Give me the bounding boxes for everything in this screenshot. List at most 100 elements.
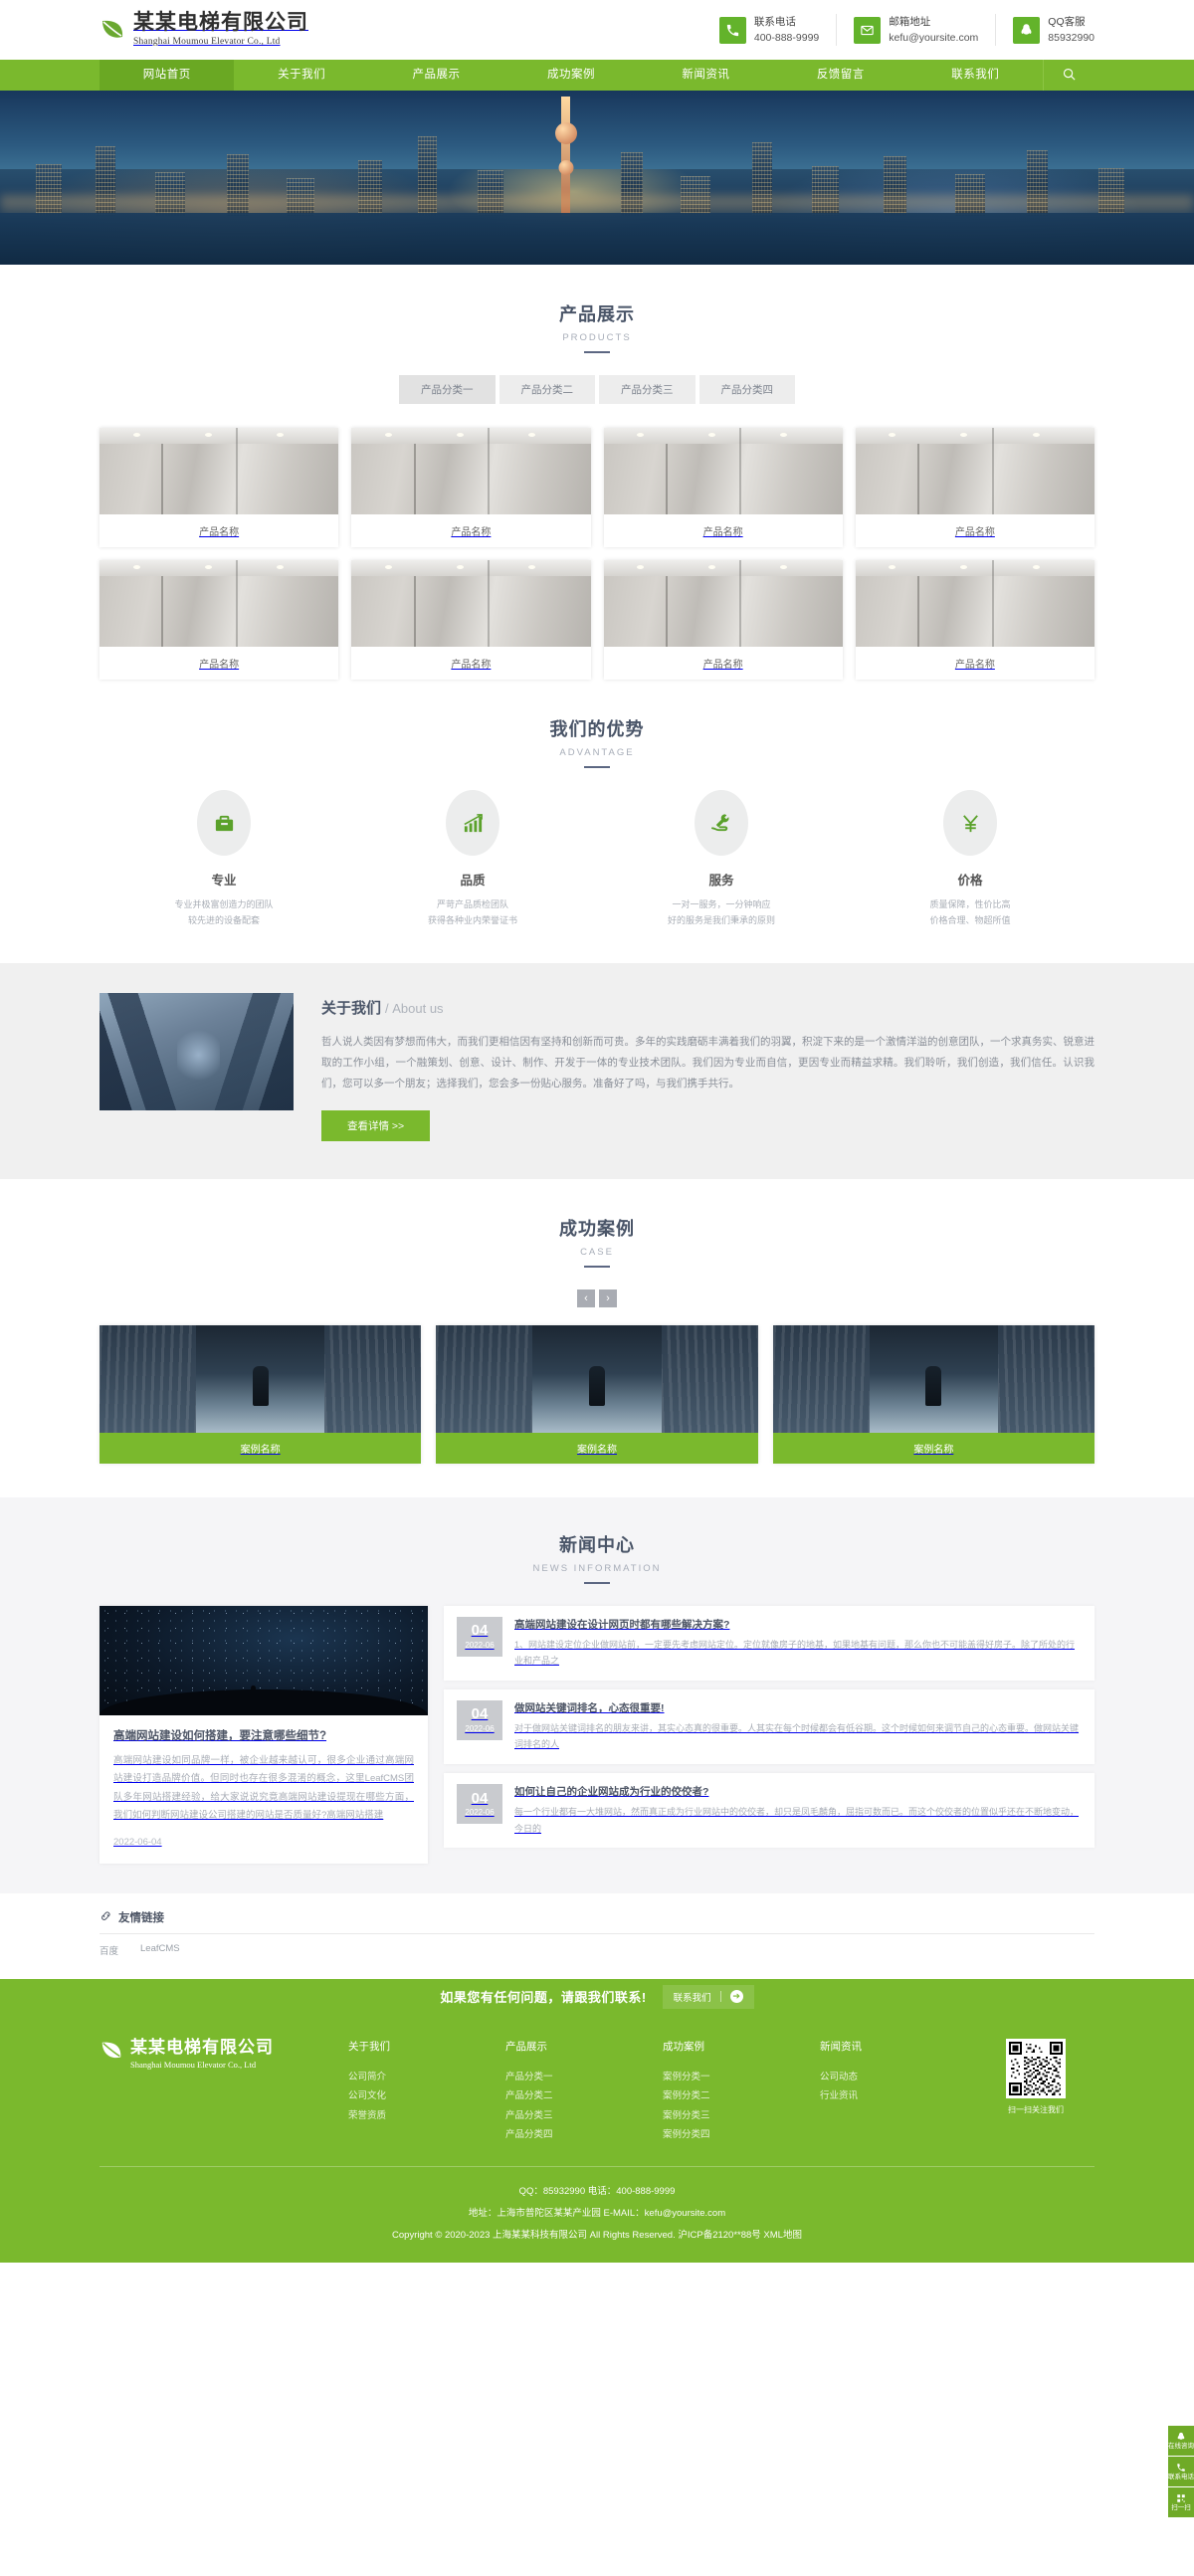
nav-link-cases[interactable]: 成功案例 xyxy=(503,60,638,91)
case-card[interactable]: 案例名称 xyxy=(436,1324,758,1464)
about-title-cn: 关于我们 xyxy=(321,999,382,1017)
nav-item-news[interactable]: 新闻资讯 xyxy=(639,60,773,91)
news-list-item[interactable]: 04 2022-06 高端网站建设在设计网页时都有哪些解决方案? 1、网站建设定… xyxy=(444,1605,1094,1681)
advantage-item[interactable]: 服务 一对一服务，一分钟响应 好的服务是我们秉承的原则 xyxy=(597,790,846,929)
footer-link[interactable]: 案例分类一 xyxy=(663,2068,820,2086)
banner-sky xyxy=(0,91,1194,169)
leaf-icon xyxy=(100,17,125,43)
nav-item-contact[interactable]: 联系我们 xyxy=(908,60,1043,91)
product-card[interactable]: 产品名称 xyxy=(603,560,843,680)
product-card[interactable]: 产品名称 xyxy=(100,560,339,680)
site-logo[interactable]: 某某电梯有限公司 Shanghai Moumou Elevator Co., L… xyxy=(100,11,308,48)
footer-column-head: 新闻资讯 xyxy=(820,2040,862,2053)
sidebar-label: 扫一扫 xyxy=(1171,2503,1191,2511)
friendly-link[interactable]: LeafCMS xyxy=(140,1943,180,1957)
advantage-item[interactable]: 品质 严苛产品质检团队 获得各种业内荣誉证书 xyxy=(348,790,597,929)
nav-link-contact[interactable]: 联系我们 xyxy=(908,60,1043,91)
news-list-item[interactable]: 04 2022-06 做网站关键词排名，心态很重要! 对于做网站关键词排名的朋友… xyxy=(444,1688,1094,1765)
case-card[interactable]: 案例名称 xyxy=(100,1324,422,1464)
product-card[interactable]: 产品名称 xyxy=(855,560,1094,680)
product-card[interactable]: 产品名称 xyxy=(351,560,591,680)
contact-qq[interactable]: QQ客服 85932990 xyxy=(996,14,1094,46)
footer-link[interactable]: 公司文化 xyxy=(348,2086,505,2105)
nav-item-products[interactable]: 产品展示 xyxy=(369,60,503,91)
product-tab-2[interactable]: 产品分类二 xyxy=(498,375,595,404)
about-title-en: / About us xyxy=(385,1000,444,1016)
growth-chart-icon xyxy=(446,790,499,856)
phone-icon xyxy=(718,16,746,44)
footer-link[interactable]: 荣誉资质 xyxy=(348,2106,505,2125)
product-name: 产品名称 xyxy=(954,527,995,538)
nav-link-products[interactable]: 产品展示 xyxy=(369,60,503,91)
sidebar-qrcode[interactable]: 扫一扫 xyxy=(1168,2487,1194,2517)
footer-link[interactable]: 案例分类二 xyxy=(663,2086,820,2105)
about-section: 关于我们 / About us 哲人说人类因有梦想而伟大，而我们更相信因有坚持和创… xyxy=(0,962,1194,1179)
advantage-item[interactable]: 专业 专业并极富创造力的团队 较先进的设备配套 xyxy=(100,790,348,929)
footer-link[interactable]: 行业资讯 xyxy=(820,2086,977,2105)
news-list-item[interactable]: 04 2022-06 如何让自己的企业网站成为行业的佼佼者? 每一个行业都有一大… xyxy=(444,1773,1094,1849)
carousel-prev-button[interactable]: ‹ xyxy=(577,1288,595,1307)
footer-link[interactable]: 产品分类一 xyxy=(505,2068,663,2086)
friendly-link[interactable]: 百度 xyxy=(100,1943,118,1957)
nav-link-about[interactable]: 关于我们 xyxy=(234,60,368,91)
nav-link-feedback[interactable]: 反馈留言 xyxy=(773,60,907,91)
nav-item-feedback[interactable]: 反馈留言 xyxy=(773,60,907,91)
product-image xyxy=(351,428,591,514)
search-button[interactable] xyxy=(1043,60,1094,91)
case-card[interactable]: 案例名称 xyxy=(772,1324,1094,1464)
leaf-icon xyxy=(100,2039,123,2063)
product-category-tabs: 产品分类一 产品分类二 产品分类三 产品分类四 xyxy=(100,375,1094,404)
product-image xyxy=(855,560,1094,647)
product-card[interactable]: 产品名称 xyxy=(603,428,843,547)
contact-qq-value: 85932990 xyxy=(1048,32,1094,44)
qrcode-caption: 扫一扫关注我们 xyxy=(1008,2104,1064,2114)
product-card[interactable]: 产品名称 xyxy=(100,428,339,547)
footer-link[interactable]: 案例分类四 xyxy=(663,2125,820,2144)
arrow-right-icon: ➔ xyxy=(729,1990,743,2004)
footer-link[interactable]: 产品分类二 xyxy=(505,2086,663,2105)
product-card[interactable]: 产品名称 xyxy=(351,428,591,547)
product-image xyxy=(351,560,591,647)
advantage-desc-line1: 专业并极富创造力的团队 xyxy=(174,899,274,909)
footer-link[interactable]: 公司动态 xyxy=(820,2068,977,2086)
footer-link-columns: 关于我们 公司简介 公司文化 荣誉资质 产品展示 产品分类一 产品分类二 产品分… xyxy=(348,2039,977,2145)
product-name: 产品名称 xyxy=(199,527,240,538)
nav-item-cases[interactable]: 成功案例 xyxy=(503,60,638,91)
footer-brand-cn: 某某电梯有限公司 xyxy=(130,2037,274,2057)
nav-item-about[interactable]: 关于我们 xyxy=(234,60,368,91)
footer-link[interactable]: 产品分类四 xyxy=(505,2125,663,2144)
qrcode-icon xyxy=(1006,2038,1066,2098)
footer-logo[interactable]: 某某电梯有限公司 Shanghai Moumou Elevator Co., L… xyxy=(100,2037,348,2145)
news-date-month: 2022-06 xyxy=(465,1724,495,1734)
product-tab-1[interactable]: 产品分类一 xyxy=(399,375,496,404)
cases-heading: 成功案例 CASE xyxy=(100,1215,1094,1268)
advantage-desc-line2: 价格合理、物超所值 xyxy=(929,914,1011,925)
wrench-hand-icon xyxy=(695,790,748,856)
advantage-title-text: 价格 xyxy=(957,874,983,888)
products-title: 产品展示 xyxy=(559,304,635,324)
product-tab-4[interactable]: 产品分类四 xyxy=(698,375,795,404)
product-card[interactable]: 产品名称 xyxy=(855,428,1094,547)
footer-link[interactable]: 公司简介 xyxy=(348,2068,505,2086)
nav-link-home[interactable]: 网站首页 xyxy=(100,60,235,91)
sidebar-phone[interactable]: 联系电话 xyxy=(1168,2457,1194,2486)
news-featured-card[interactable]: 高端网站建设如何搭建，要注意哪些细节? 高端网站建设如同品牌一样，被企业越来越认… xyxy=(100,1605,428,1864)
advantage-grid: 专业 专业并极富创造力的团队 较先进的设备配套 品质 严苛产品质检团队 获得各种… xyxy=(100,790,1094,929)
footer-link[interactable]: 产品分类三 xyxy=(505,2106,663,2125)
about-image xyxy=(100,992,294,1110)
carousel-next-button[interactable]: › xyxy=(599,1288,617,1307)
sidebar-online-chat[interactable]: 在线咨询 xyxy=(1168,2426,1194,2456)
contact-phone-label: 联系电话 xyxy=(753,15,796,28)
advantage-desc-line1: 严苛产品质检团队 xyxy=(436,899,508,909)
cta-contact-button[interactable]: 联系我们 ➔ xyxy=(662,1984,754,2009)
product-tab-3[interactable]: 产品分类三 xyxy=(599,375,696,404)
product-name: 产品名称 xyxy=(451,527,492,538)
advantage-item[interactable]: 价格 质量保障，性价比高 价格合理、物超所值 xyxy=(846,790,1094,929)
about-detail-button[interactable]: 查看详情 >> xyxy=(321,1109,431,1141)
footer-link[interactable]: 案例分类三 xyxy=(663,2106,820,2125)
nav-item-home[interactable]: 网站首页 xyxy=(100,60,235,91)
nav-link-news[interactable]: 新闻资讯 xyxy=(639,60,773,91)
contact-phone[interactable]: 联系电话 400-888-9999 xyxy=(702,13,838,47)
contact-email[interactable]: 邮箱地址 kefu@yoursite.com xyxy=(837,13,997,47)
main-navigation: 网站首页 关于我们 产品展示 成功案例 新闻资讯 反馈留言 联系我们 xyxy=(0,60,1194,91)
